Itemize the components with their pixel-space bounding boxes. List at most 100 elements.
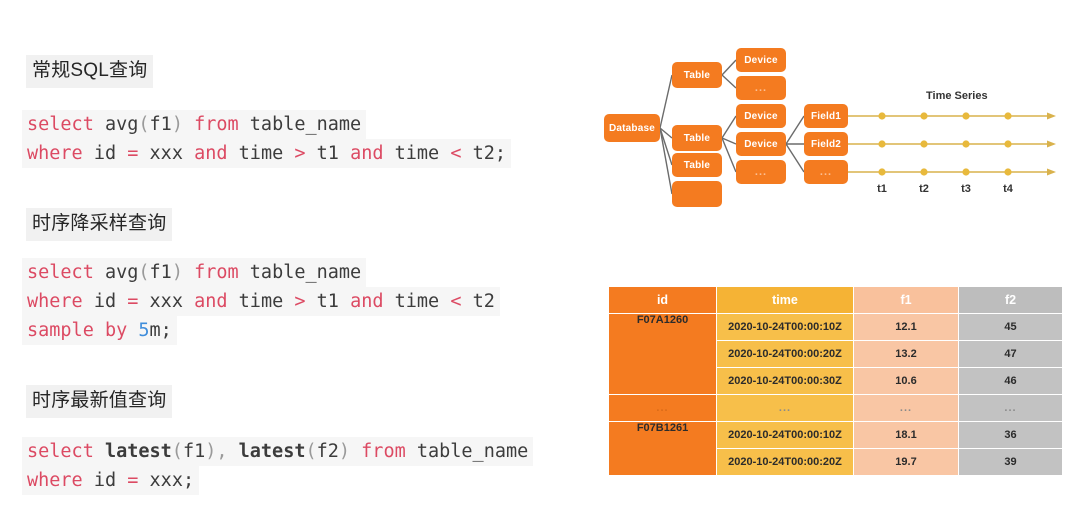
timeline-point: [878, 112, 886, 120]
timeline-point: [878, 168, 886, 176]
cell-id: F07A1260: [608, 313, 717, 395]
code-token: f1: [149, 114, 172, 135]
code-token: (: [305, 441, 317, 462]
cell-f2: 45: [958, 313, 1063, 341]
code-token: and: [350, 143, 384, 164]
code-token: table_name: [405, 441, 529, 462]
code-token: time: [383, 143, 451, 164]
code-line: select avg(f1) from table_name: [22, 110, 367, 139]
code-token: =: [127, 470, 139, 491]
code-line: where id = xxx and time > t1 and time < …: [22, 139, 512, 168]
code-token: id: [82, 470, 128, 491]
sql-examples-panel: 常规SQL查询 select avg(f1) from table_name wh…: [0, 0, 600, 506]
code-token: time: [227, 291, 295, 312]
code-token: ),: [205, 441, 239, 462]
column-header-id: id: [608, 286, 717, 314]
timeline-point: [920, 140, 928, 148]
code-token: t1: [305, 143, 351, 164]
timeline-tick-t3: t3: [961, 183, 971, 195]
cell-f1: ...: [853, 394, 959, 422]
cell-time: 2020-10-24T00:00:30Z: [716, 367, 854, 395]
cell-id: F07B1261: [608, 421, 717, 476]
code-token: (: [138, 262, 150, 283]
code-token: >: [294, 291, 306, 312]
cell-f1: 12.1: [853, 313, 959, 341]
code-token: f1: [182, 441, 206, 462]
code-token: >: [294, 143, 306, 164]
cell-f1: 13.2: [853, 340, 959, 368]
code-token: (: [171, 441, 183, 462]
code-token: <: [450, 291, 462, 312]
timeline-point: [920, 112, 928, 120]
column-header-f1: f1: [853, 286, 959, 314]
code-token: t2;: [461, 143, 507, 164]
table-row: ............: [608, 394, 1063, 422]
timeline-point: [962, 112, 970, 120]
timeline-tick-t4: t4: [1003, 183, 1013, 195]
data-model-tree-diagram: Database Table Table Table Device... Device De…: [596, 28, 1080, 218]
code-line: where id = xxx;: [22, 466, 200, 495]
cell-f2: 46: [958, 367, 1063, 395]
code-token: <: [450, 143, 462, 164]
code-block-latest: select latest(f1), latest(f2) from table…: [22, 437, 534, 495]
cell-time: 2020-10-24T00:00:20Z: [716, 340, 854, 368]
column-header-time: time: [716, 286, 854, 314]
code-token: select: [27, 262, 94, 283]
code-token: =: [127, 143, 139, 164]
section-heading-latest: 时序最新值查询: [26, 385, 173, 418]
timeline-tick-t2: t2: [919, 183, 929, 195]
cell-time: 2020-10-24T00:00:10Z: [716, 421, 854, 449]
code-token: latest: [238, 441, 306, 462]
code-block-standard-sql: select avg(f1) from table_name where id =…: [22, 110, 512, 168]
time-series-data-table: id time f1 f2 F07A1260 2020-10-24T00:00:1…: [608, 286, 1063, 476]
code-token: table_name: [238, 262, 362, 283]
cell-time: ...: [716, 394, 854, 422]
cell-id: ...: [608, 394, 717, 422]
code-token: avg: [93, 114, 139, 135]
code-token: time: [227, 143, 295, 164]
column-header-f2: f2: [958, 286, 1063, 314]
table-body: F07A1260 2020-10-24T00:00:10Z 12.1 45 2020-1…: [608, 313, 1063, 476]
code-token: t1: [305, 291, 351, 312]
code-token: ): [338, 441, 351, 462]
code-token: and: [350, 291, 384, 312]
section-heading-downsample: 时序降采样查询: [26, 208, 173, 241]
code-token: t2: [461, 291, 495, 312]
table-row: F07B1261 2020-10-24T00:00:10Z 18.1 36: [608, 421, 1063, 476]
code-token: m;: [149, 320, 172, 341]
section-heading-standard-sql: 常规SQL查询: [26, 55, 154, 88]
code-token: where: [27, 143, 83, 164]
cell-f2: 39: [958, 448, 1063, 476]
code-token: table_name: [238, 114, 362, 135]
cell-f2: ...: [958, 394, 1063, 422]
code-token: time: [383, 291, 451, 312]
code-block-downsample: select avg(f1) from table_name where id =…: [22, 258, 500, 345]
code-token: from: [182, 262, 239, 283]
code-token: avg: [93, 262, 139, 283]
code-token: f2: [316, 441, 339, 462]
table-header-row: id time f1 f2: [608, 286, 1063, 314]
timeline-point: [962, 140, 970, 148]
code-token: id: [82, 143, 128, 164]
code-token: id: [82, 291, 128, 312]
code-token: from: [350, 441, 406, 462]
timeline-point: [1004, 112, 1012, 120]
timeline-point: [1004, 140, 1012, 148]
cell-time: 2020-10-24T00:00:20Z: [716, 448, 854, 476]
cell-f1: 18.1: [853, 421, 959, 449]
cell-f2: 47: [958, 340, 1063, 368]
code-token: f1: [149, 262, 172, 283]
code-token: where: [27, 470, 83, 491]
code-line: where id = xxx and time > t1 and time < …: [22, 287, 500, 316]
timeline-point: [878, 140, 886, 148]
code-token: 5: [138, 320, 150, 341]
timeline-tick-t1: t1: [877, 183, 887, 195]
code-token: and: [194, 291, 228, 312]
cell-f1: 19.7: [853, 448, 959, 476]
code-token: select: [27, 441, 94, 462]
time-series-data-table-panel: id time f1 f2 F07A1260 2020-10-24T00:00:1…: [608, 286, 1063, 492]
code-token: sample by: [27, 320, 128, 341]
code-token: xxx;: [138, 470, 195, 491]
